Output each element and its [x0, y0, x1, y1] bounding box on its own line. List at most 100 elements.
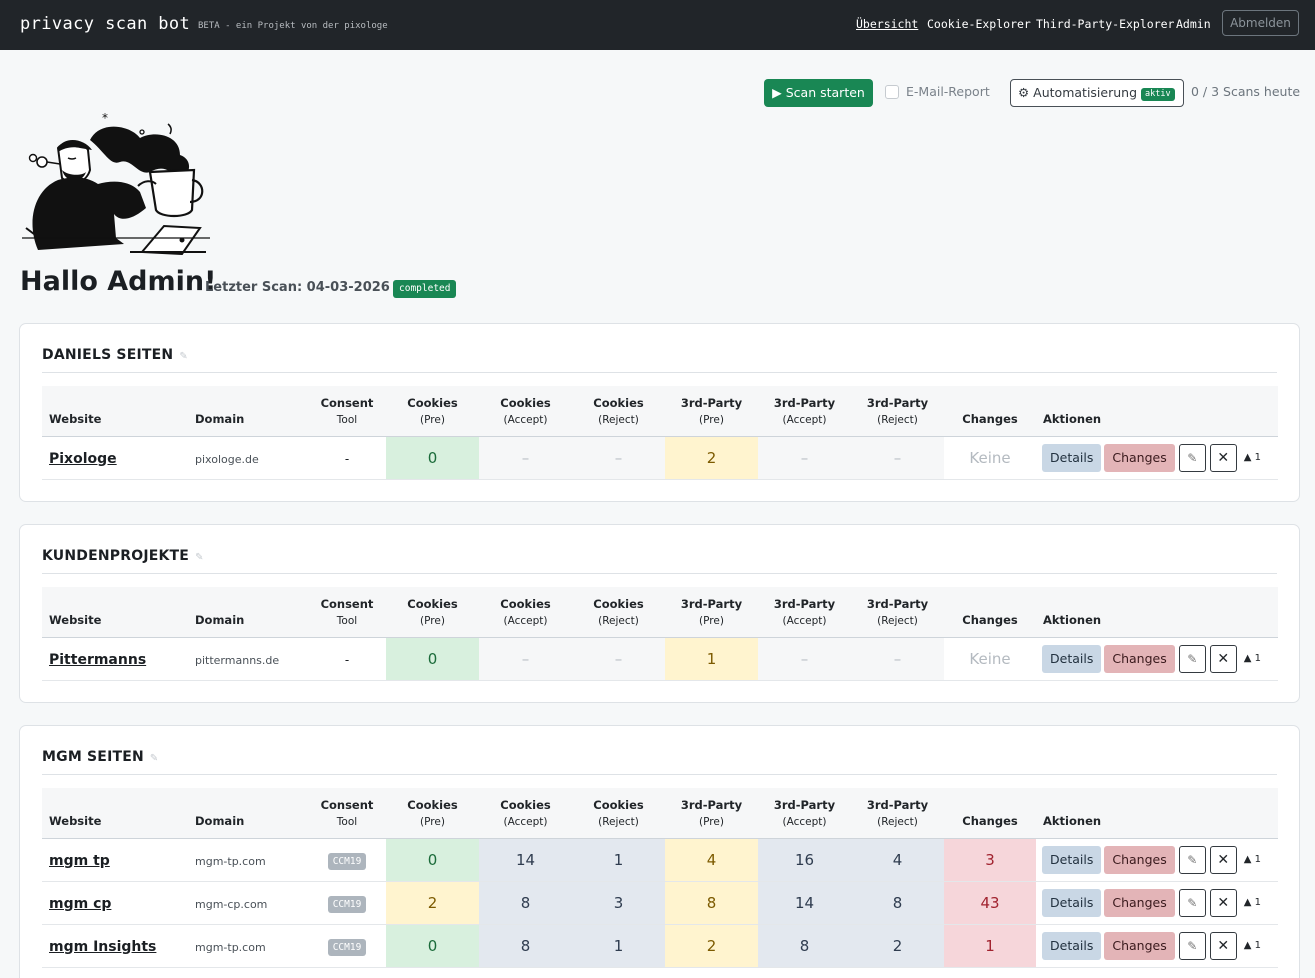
- rename-group-pencil-icon[interactable]: ✎: [195, 552, 204, 563]
- header-line: 3rd-Party: [680, 797, 743, 812]
- domain-cell: pixologe.de: [188, 436, 308, 480]
- table-header-row: Website Domain Consent Tool Cookies (Pre) Cook…: [42, 386, 1278, 437]
- table-header-row: Website Domain Consent Tool Cookies (Pre) Cook…: [42, 587, 1278, 638]
- move-up-icon[interactable]: ▲ 1: [1244, 452, 1261, 463]
- delete-x-icon[interactable]: ✕: [1209, 931, 1237, 960]
- tp-pre-count: 2: [665, 436, 758, 480]
- website-cell: mgm cp: [42, 881, 188, 925]
- header-subline: Tool: [336, 815, 358, 828]
- changes-button[interactable]: Changes: [1104, 931, 1175, 960]
- details-button[interactable]: Details: [1042, 644, 1102, 673]
- changes-button[interactable]: Changes: [1104, 888, 1175, 917]
- edit-pencil-icon[interactable]: ✎: [1178, 845, 1206, 874]
- header-line: 3rd-Party: [866, 596, 929, 611]
- tp-reject-count: –: [851, 637, 944, 681]
- column-header-domain: Domain: [188, 386, 308, 437]
- start-scan-button[interactable]: ▶ Scan starten: [764, 79, 873, 107]
- header-line: 3rd-Party: [773, 395, 836, 410]
- sites-table-wrapper: Website Domain Consent Tool Cookies (Pre) Cook…: [42, 587, 1278, 681]
- tp-accept-count: 16: [758, 838, 851, 882]
- consent-tool-none: -: [344, 451, 350, 466]
- brand-logo[interactable]: privacy scan bot: [20, 14, 190, 34]
- automation-status-badge: aktiv: [1141, 88, 1175, 101]
- domain-cell: mgm-cp.com: [188, 881, 308, 925]
- consent-tool-badge: CCM19: [327, 852, 367, 870]
- column-header-changes: Changes: [944, 788, 1036, 839]
- column-header-cookies-accept: Cookies (Accept): [479, 587, 572, 638]
- group-title: Daniels Seiten ✎: [42, 347, 188, 363]
- changes-count: Keine: [944, 637, 1036, 681]
- column-header-actions: Aktionen: [1036, 587, 1278, 638]
- move-up-icon[interactable]: ▲ 1: [1244, 897, 1261, 908]
- delete-x-icon[interactable]: ✕: [1209, 845, 1237, 874]
- cookies-pre-count: 0: [386, 924, 479, 968]
- top-navbar: privacy scan bot BETA - ein Projekt von …: [0, 0, 1315, 50]
- email-report-checkbox[interactable]: [885, 85, 899, 99]
- edit-pencil-icon[interactable]: ✎: [1178, 931, 1206, 960]
- header-line: Cookies: [500, 395, 551, 410]
- nav-overview[interactable]: Übersicht: [856, 17, 918, 31]
- details-button[interactable]: Details: [1042, 845, 1102, 874]
- changes-button[interactable]: Changes: [1104, 443, 1175, 472]
- group-card-mgm: MGM Seiten ✎ Website Domain Consent Tool Cooki…: [19, 725, 1300, 978]
- scans-today-counter: 0 / 3 Scans heute: [1191, 84, 1301, 99]
- cookies-pre-count: 0: [386, 637, 479, 681]
- cookies-accept-count: –: [479, 436, 572, 480]
- cookies-accept-count: 14: [479, 838, 572, 882]
- edit-pencil-icon[interactable]: ✎: [1178, 644, 1206, 673]
- edit-pencil-icon[interactable]: ✎: [1178, 888, 1206, 917]
- nav-third-party-explorer[interactable]: Third-Party-Explorer: [1036, 17, 1174, 31]
- group-title-text: Kundenprojekte: [42, 548, 190, 564]
- move-up-icon[interactable]: ▲ 1: [1244, 940, 1261, 951]
- header-line: Cookies: [593, 797, 644, 812]
- website-link[interactable]: Pittermanns: [49, 652, 146, 668]
- logout-button[interactable]: Abmelden: [1222, 10, 1299, 36]
- group-card-kundenprojekte: Kundenprojekte ✎ Website Domain Consent Tool C…: [19, 524, 1300, 703]
- brand-subtitle: BETA - ein Projekt von der pixologe: [198, 21, 388, 31]
- website-link[interactable]: mgm cp: [49, 896, 111, 912]
- nav-cookie-explorer[interactable]: Cookie-Explorer: [927, 17, 1031, 31]
- rename-group-pencil-icon[interactable]: ✎: [179, 351, 188, 362]
- sites-table: Website Domain Consent Tool Cookies (Pre) Cook…: [42, 587, 1278, 681]
- details-button[interactable]: Details: [1042, 888, 1102, 917]
- website-link[interactable]: Pixologe: [49, 451, 117, 467]
- column-header-consent: Consent Tool: [308, 386, 386, 437]
- edit-pencil-icon[interactable]: ✎: [1178, 443, 1206, 472]
- delete-x-icon[interactable]: ✕: [1209, 443, 1237, 472]
- website-link[interactable]: mgm Insights: [49, 939, 156, 955]
- column-header-changes: Changes: [944, 587, 1036, 638]
- header-subline: (Accept): [503, 614, 548, 627]
- table-header-row: Website Domain Consent Tool Cookies (Pre) Cook…: [42, 788, 1278, 839]
- move-up-icon[interactable]: ▲ 1: [1244, 854, 1261, 865]
- rename-group-pencil-icon[interactable]: ✎: [150, 753, 159, 764]
- domain-text: mgm-tp.com: [195, 854, 266, 868]
- row-actions: Details Changes ✎ ✕ ▲ 1: [1036, 436, 1278, 480]
- sites-table: Website Domain Consent Tool Cookies (Pre) Cook…: [42, 788, 1278, 968]
- automation-button[interactable]: ⚙ Automatisierung aktiv: [1010, 79, 1184, 107]
- nav-admin[interactable]: Admin: [1176, 17, 1211, 31]
- email-report-label[interactable]: E-Mail-Report: [906, 84, 990, 99]
- changes-button[interactable]: Changes: [1104, 644, 1175, 673]
- header-line: 3rd-Party: [680, 596, 743, 611]
- changes-button[interactable]: Changes: [1104, 845, 1175, 874]
- details-button[interactable]: Details: [1042, 443, 1102, 472]
- delete-x-icon[interactable]: ✕: [1209, 888, 1237, 917]
- row-actions: Details Changes ✎ ✕ ▲ 1: [1036, 924, 1278, 968]
- column-header-actions: Aktionen: [1036, 386, 1278, 437]
- website-link[interactable]: mgm tp: [49, 853, 110, 869]
- sites-table: Website Domain Consent Tool Cookies (Pre) Cook…: [42, 386, 1278, 480]
- cookies-reject-count: –: [572, 436, 665, 480]
- delete-x-icon[interactable]: ✕: [1209, 644, 1237, 673]
- cookies-pre-count: 0: [386, 436, 479, 480]
- header-subline: (Reject): [877, 413, 918, 426]
- column-header-tp-pre: 3rd-Party (Pre): [665, 788, 758, 839]
- move-up-icon[interactable]: ▲ 1: [1244, 653, 1261, 664]
- consent-tool-cell: -: [308, 637, 386, 681]
- column-header-tp-accept: 3rd-Party (Accept): [758, 587, 851, 638]
- details-button[interactable]: Details: [1042, 931, 1102, 960]
- column-header-cookies-reject: Cookies (Reject): [572, 386, 665, 437]
- header-subline: (Reject): [598, 413, 639, 426]
- header-subline: (Pre): [420, 614, 445, 627]
- website-cell: mgm tp: [42, 838, 188, 882]
- coffee-man-illustration: *: [22, 111, 210, 255]
